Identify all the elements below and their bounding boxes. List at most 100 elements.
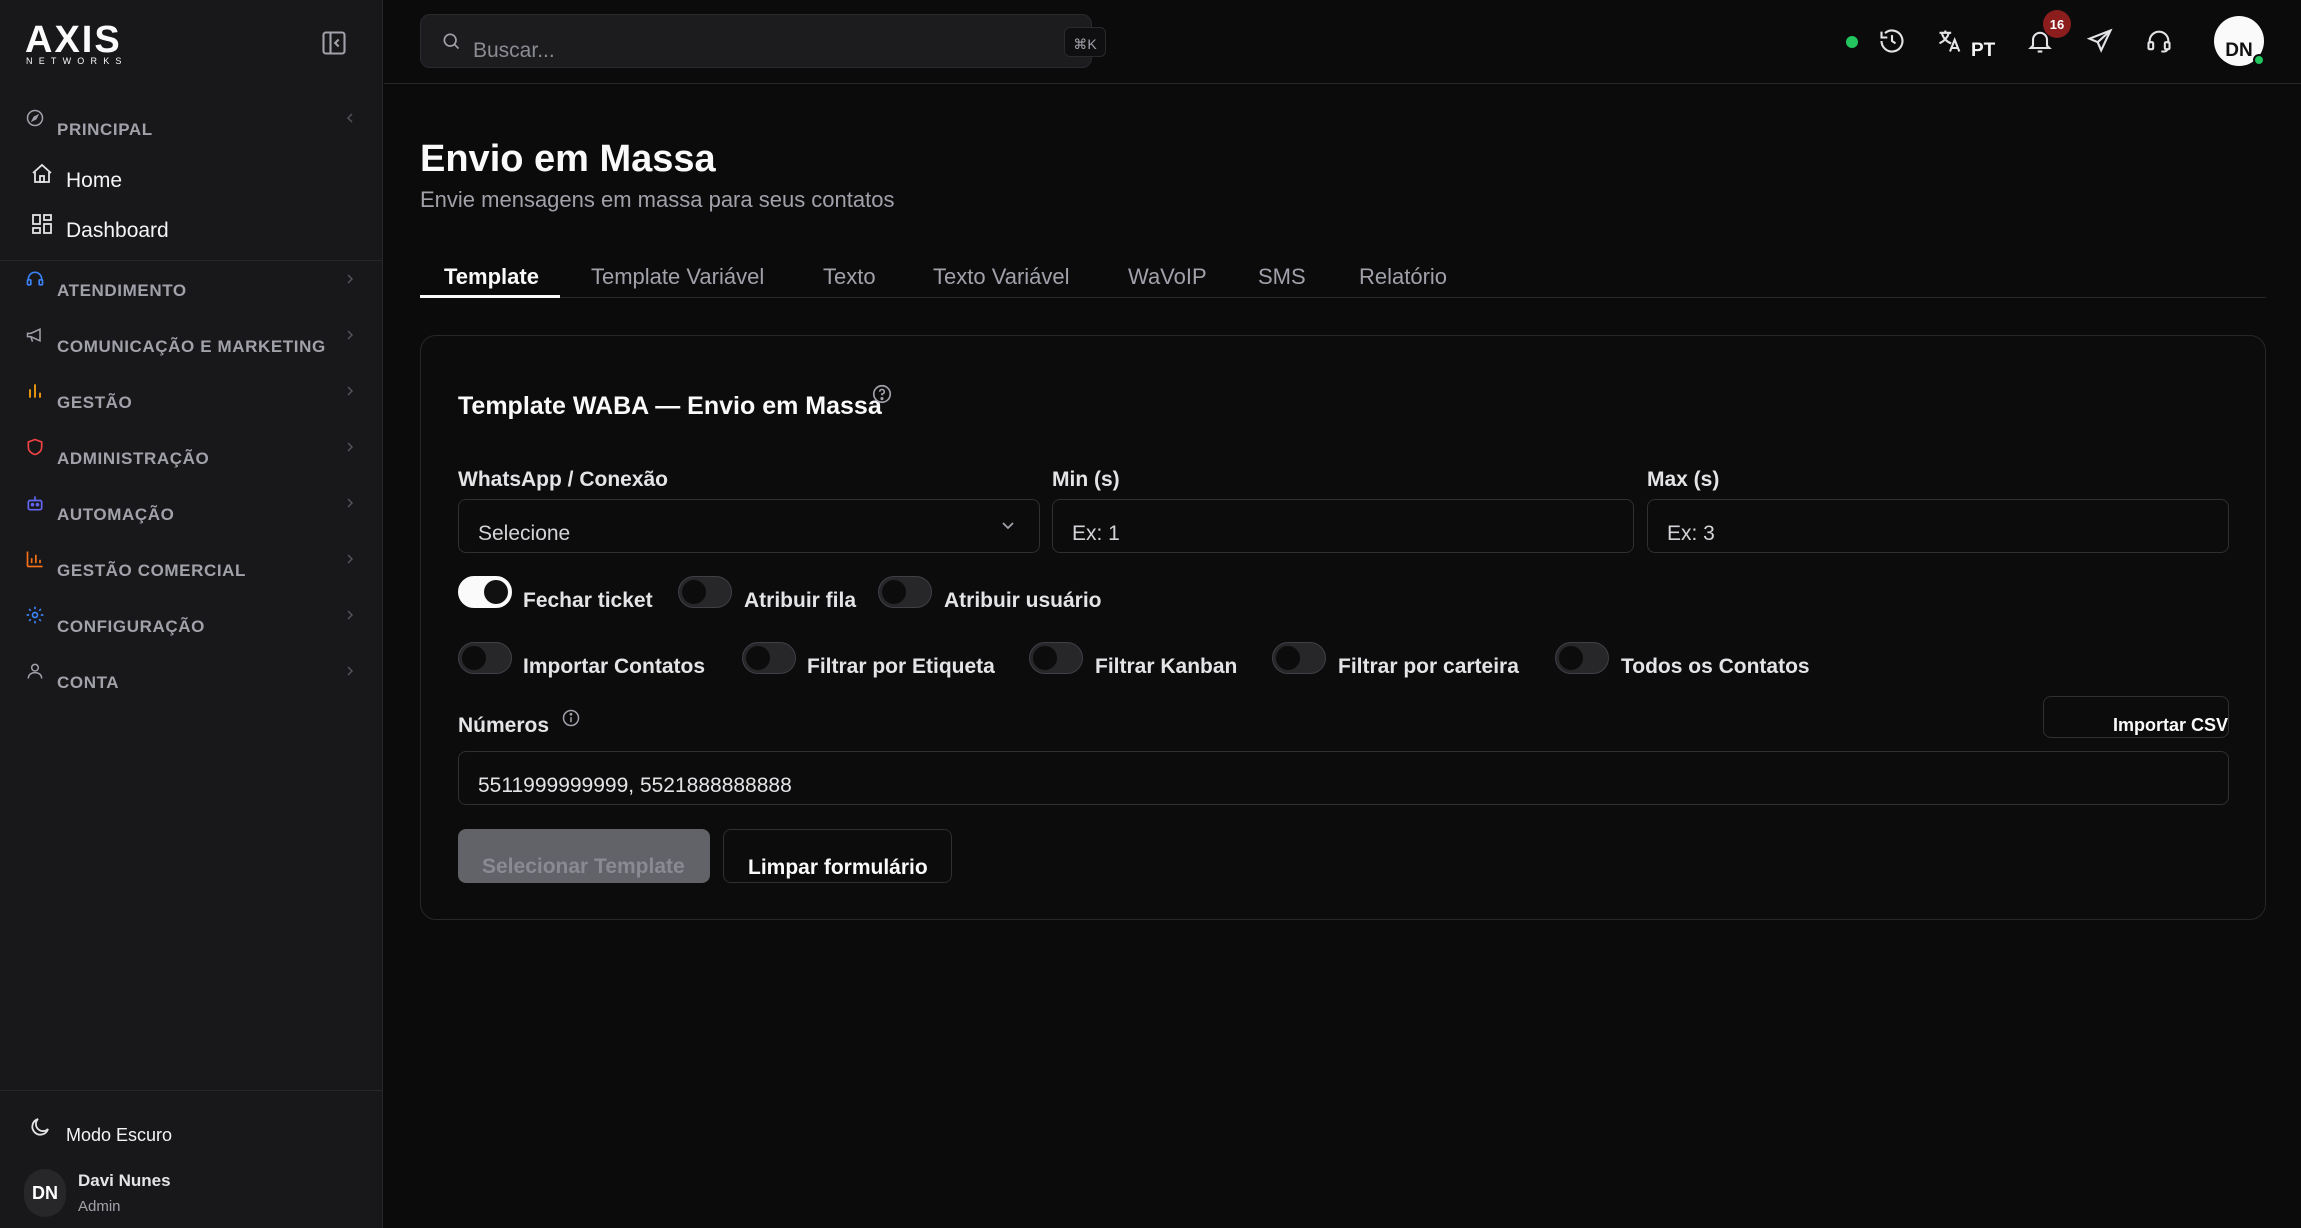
tab-wavoip[interactable]: WaVoIP (1128, 264, 1207, 298)
all-contacts-toggle[interactable] (1555, 642, 1609, 674)
grid-icon (32, 214, 52, 234)
numbers-input[interactable]: 5511999999999, 5521888888888 (458, 751, 2229, 805)
language-label[interactable]: PT (1971, 40, 1995, 62)
sidebar-item-dashboard[interactable]: Dashboard (0, 206, 383, 256)
select-template-label: Selecionar Template (482, 855, 685, 878)
chevron-right-icon (347, 610, 354, 620)
tab-relatorio[interactable]: Relatório (1359, 264, 1447, 298)
sidebar-nav: PRINCIPAL Home Dashboard ATENDIMENTO COM… (0, 100, 383, 709)
select-template-button[interactable]: Selecionar Template (458, 829, 710, 883)
toggle-knob (1033, 646, 1057, 670)
sidebar-group-gestao-comercial[interactable]: GESTÃO COMERCIAL (0, 541, 383, 597)
shield-icon (27, 438, 43, 456)
close-ticket-toggle[interactable] (458, 576, 512, 608)
sidebar-group-configuracao[interactable]: CONFIGURAÇÃO (0, 597, 383, 653)
dark-mode-toggle[interactable]: Modo Escuro (28, 1115, 328, 1145)
status-indicator (1846, 36, 1858, 48)
clear-form-label: Limpar formulário (748, 856, 928, 879)
headset-icon (26, 271, 44, 286)
toggle-knob (1276, 646, 1300, 670)
sidebar-group-comunicacao[interactable]: COMUNICAÇÃO E MARKETING (0, 317, 383, 373)
sidebar-item-home[interactable]: Home (0, 156, 383, 206)
max-seconds-label: Max (s) (1647, 468, 1720, 491)
chevron-right-icon (347, 666, 354, 676)
sidebar-group-label: ATENDIMENTO (57, 281, 187, 300)
max-seconds-placeholder: Ex: 3 (1667, 522, 1715, 545)
chevron-down-icon (1002, 522, 1014, 530)
tab-template[interactable]: Template (420, 264, 560, 298)
min-seconds-label: Min (s) (1052, 468, 1120, 491)
app-root: AXIS NETWORKS PRINCIPAL Home Dashboard A… (0, 0, 2301, 1228)
filter-kanban-label: Filtrar Kanban (1095, 655, 1238, 678)
sidebar-user[interactable]: DN Davi Nunes Admin (24, 1169, 354, 1225)
tab-template-variavel[interactable]: Template Variável (591, 264, 764, 298)
min-seconds-input[interactable]: Ex: 1 (1052, 499, 1634, 553)
compass-icon (26, 109, 44, 127)
sidebar-group-label: GESTÃO (57, 393, 133, 412)
logo-main-text: AXIS (25, 19, 122, 61)
logo-sub-text: NETWORKS (26, 56, 128, 66)
home-icon (32, 163, 52, 183)
chevron-right-icon (347, 498, 354, 508)
sidebar-group-label: AUTOMAÇÃO (57, 505, 175, 524)
form-title: Template WABA — Envio em Massa (458, 392, 882, 420)
sidebar-group-principal[interactable]: PRINCIPAL (0, 100, 383, 156)
import-contacts-toggle[interactable] (458, 642, 512, 674)
sidebar-collapse-icon[interactable] (320, 29, 348, 57)
tab-texto-variavel[interactable]: Texto Variável (933, 264, 1070, 298)
chevron-right-icon (347, 442, 354, 452)
import-contacts-label: Importar Contatos (523, 655, 706, 678)
moon-icon (31, 1118, 49, 1136)
sidebar-item-label: Dashboard (66, 219, 169, 242)
chart-icon (26, 551, 43, 568)
sidebar-group-atendimento[interactable]: ATENDIMENTO (0, 261, 383, 317)
sidebar-group-label: COMUNICAÇÃO E MARKETING (57, 337, 326, 356)
sidebar-footer: Modo Escuro DN Davi Nunes Admin (0, 1090, 383, 1228)
toggle-knob (1559, 646, 1583, 670)
filter-wallet-toggle[interactable] (1272, 642, 1326, 674)
max-seconds-input[interactable]: Ex: 3 (1647, 499, 2229, 553)
import-csv-button[interactable]: Importar CSV (2043, 696, 2229, 738)
search-shortcut: ⌘K (1064, 27, 1106, 57)
user-icon (27, 663, 43, 679)
search-bar[interactable]: Buscar... ⌘K (420, 14, 1106, 68)
sidebar: AXIS NETWORKS PRINCIPAL Home Dashboard A… (0, 0, 383, 1228)
chevron-right-icon (347, 386, 354, 396)
translate-icon[interactable] (1936, 27, 1964, 55)
connection-select[interactable]: Selecione (458, 499, 1040, 553)
tabs: Template Template Variável Texto Texto V… (420, 264, 2266, 298)
assign-user-toggle[interactable] (878, 576, 932, 608)
bulk-template-form-card: Template WABA — Envio em Massa WhatsApp … (420, 335, 2266, 920)
info-icon[interactable] (561, 708, 581, 728)
notification-badge: 16 (2043, 10, 2071, 38)
sidebar-group-conta[interactable]: CONTA (0, 653, 383, 709)
sidebar-group-gestao[interactable]: GESTÃO (0, 373, 383, 429)
assign-queue-toggle[interactable] (678, 576, 732, 608)
support-headset-icon[interactable] (2145, 27, 2173, 55)
filter-tag-toggle[interactable] (742, 642, 796, 674)
sidebar-group-administracao[interactable]: ADMINISTRAÇÃO (0, 429, 383, 485)
sidebar-group-label: GESTÃO COMERCIAL (57, 561, 247, 580)
sidebar-group-label: ADMINISTRAÇÃO (57, 449, 210, 468)
filter-kanban-toggle[interactable] (1029, 642, 1083, 674)
import-csv-label: Importar CSV (2112, 715, 2228, 735)
chevron-right-icon (347, 554, 354, 564)
sidebar-item-label: Home (66, 169, 123, 192)
toggle-knob (462, 646, 486, 670)
page-subtitle: Envie mensagens em massa para seus conta… (420, 187, 895, 212)
clear-form-button[interactable]: Limpar formulário (723, 829, 952, 883)
gear-icon (26, 606, 44, 624)
toggle-knob (484, 580, 508, 604)
history-icon[interactable] (1878, 27, 1906, 55)
page-title: Envio em Massa (420, 138, 716, 180)
chevron-left-icon (346, 113, 353, 123)
tab-texto[interactable]: Texto (823, 264, 876, 298)
send-icon[interactable] (2086, 27, 2114, 55)
avatar: DN (24, 1169, 66, 1217)
sidebar-group-automacao[interactable]: AUTOMAÇÃO (0, 485, 383, 541)
filter-wallet-label: Filtrar por carteira (1338, 655, 1519, 678)
axis-logo[interactable]: AXIS NETWORKS (25, 18, 167, 66)
help-icon[interactable] (871, 383, 893, 405)
connection-select-value: Selecione (478, 522, 571, 545)
tab-sms[interactable]: SMS (1258, 264, 1306, 298)
